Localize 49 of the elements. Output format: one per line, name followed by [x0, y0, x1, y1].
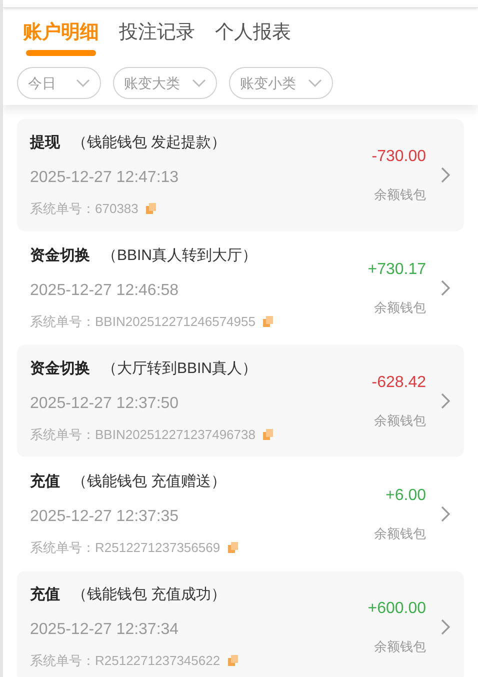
wallet-name: 余额钱包	[374, 186, 426, 204]
order-number: 系统单号：670383	[30, 200, 138, 218]
copy-icon[interactable]	[228, 655, 238, 666]
copy-icon[interactable]	[146, 203, 156, 214]
transaction-type: 资金切换	[30, 246, 90, 266]
order-number: 系统单号：BBIN202512271246574955	[30, 313, 256, 331]
chevron-down-icon	[76, 78, 90, 88]
transaction-detail: （钱能钱包 充值赠送）	[72, 472, 226, 492]
transaction-type: 充值	[30, 472, 60, 492]
wallet-name: 余额钱包	[374, 638, 426, 656]
amount: -628.42	[372, 373, 426, 394]
transaction-type: 提现	[30, 132, 60, 152]
transaction-detail: （钱能钱包 发起提款）	[72, 132, 226, 152]
chevron-down-icon	[308, 78, 322, 88]
chevron-right-icon	[440, 167, 450, 183]
transaction-type: 资金切换	[30, 358, 90, 378]
copy-icon[interactable]	[263, 429, 274, 440]
transaction-card[interactable]: 提现 （钱能钱包 发起提款） 2025-12-27 12:47:13 系统单号：670383 -730.00 余额钱包	[17, 119, 464, 231]
amount: +730.17	[368, 260, 426, 280]
active-tab-underline	[26, 50, 96, 56]
transaction-detail: （钱能钱包 充值成功）	[72, 584, 226, 604]
chevron-right-icon	[440, 506, 450, 522]
chevron-right-icon	[440, 619, 450, 635]
order-number: 系统单号：BBIN202512271237496738	[30, 426, 256, 444]
amount: +600.00	[368, 599, 426, 620]
copy-icon[interactable]	[228, 542, 238, 554]
copy-icon[interactable]	[263, 316, 274, 328]
amount: +6.00	[386, 486, 426, 506]
order-number: 系统单号：R2512271237345622	[30, 652, 220, 670]
transaction-time: 2025-12-27 12:37:35	[30, 507, 180, 527]
order-number: 系统单号：R2512271237356569	[30, 539, 220, 557]
chevron-right-icon	[440, 393, 450, 409]
transaction-detail: （大厅转到BBIN真人）	[102, 358, 258, 378]
transaction-time: 2025-12-27 12:37:34	[30, 620, 180, 640]
transaction-time: 2025-12-27 12:37:50	[30, 394, 180, 414]
wallet-name: 余额钱包	[374, 299, 426, 318]
amount: -730.00	[372, 147, 426, 168]
transaction-time: 2025-12-27 12:47:13	[30, 168, 180, 188]
transaction-detail: （BBIN真人转到大厅）	[102, 246, 258, 266]
wallet-name: 余额钱包	[374, 525, 426, 544]
transaction-card[interactable]: 资金切换 （大厅转到BBIN真人） 2025-12-27 12:37:50 系统单号：BBIN202512271237496738 -628.42 余额钱包	[17, 345, 464, 457]
transaction-type: 充值	[30, 584, 60, 604]
wallet-name: 余额钱包	[374, 412, 426, 430]
tab[interactable]: 个人报表	[215, 20, 291, 56]
chevron-right-icon	[440, 280, 450, 296]
chevron-down-icon	[192, 78, 206, 88]
transaction-time: 2025-12-27 12:46:58	[30, 281, 180, 301]
tab[interactable]: 投注记录	[119, 20, 195, 56]
transaction-card[interactable]: 充值 （钱能钱包 充值成功） 2025-12-27 12:37:34 系统单号：R2512271237345622 +600.00 余额钱包	[17, 571, 464, 677]
